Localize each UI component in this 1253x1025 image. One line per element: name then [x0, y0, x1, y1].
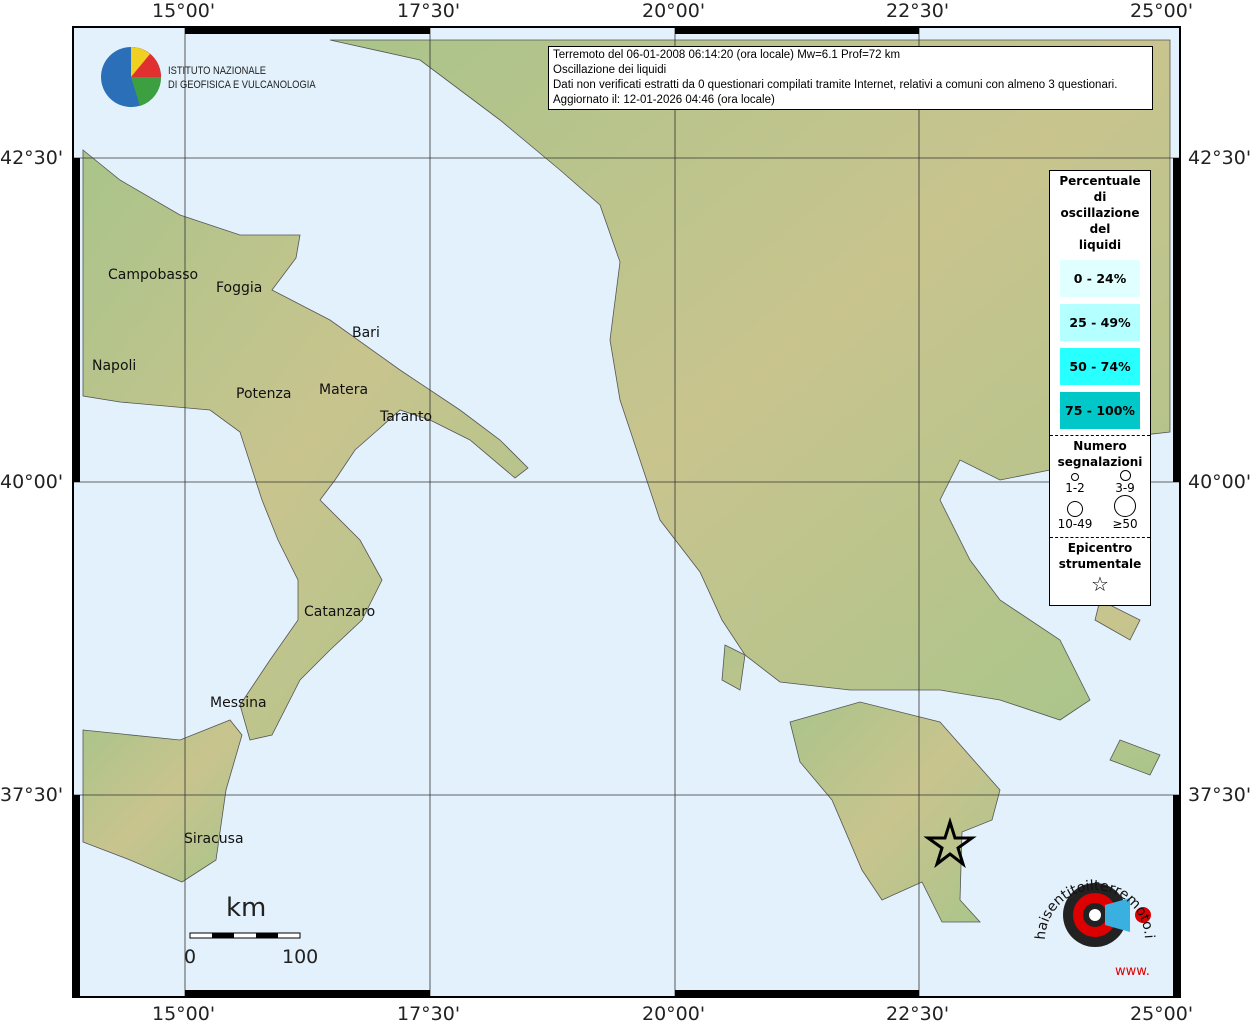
circle-small-icon [1071, 473, 1079, 481]
count-label: ≥50 [1112, 517, 1138, 531]
count-title-line: Numero [1073, 439, 1127, 453]
scale-bar [189, 932, 301, 939]
institute-line2: DI GEOFISICA E VULCANOLOGIA [168, 79, 316, 91]
lat-label: 40°00' [1188, 471, 1252, 493]
city-label: Catanzaro [304, 604, 376, 620]
count-label: 1-2 [1065, 481, 1085, 495]
legend-title-line: liquidi [1078, 238, 1122, 252]
lon-label: 22°30' [886, 1003, 950, 1025]
event-line: Terremoto del 06-01-2008 06:14:20 (ora l… [553, 49, 901, 61]
lon-label: 22°30' [886, 0, 950, 22]
lon-label: 17°30' [397, 1003, 461, 1025]
legend-class-2: 50 - 74% [1060, 348, 1140, 385]
legend-title-line: del [1089, 222, 1111, 236]
legend-class-0: 0 - 24% [1060, 260, 1140, 297]
institute-line1: ISTITUTO NAZIONALE [168, 65, 267, 77]
city-label: Messina [210, 695, 267, 711]
data-note-line: Dati non verificati estratti da 0 questi… [553, 79, 1118, 91]
lat-label: 37°30' [1188, 784, 1252, 806]
updated-line: Aggiornato il: 12-01-2026 04:46 (ora loc… [553, 94, 775, 106]
lat-label: 37°30' [0, 784, 64, 806]
legend-class-3: 75 - 100% [1060, 392, 1140, 429]
svg-text:haisentitoilterremoto.it: haisentitoilterremoto.it [1025, 845, 1157, 940]
circle-xlarge-icon [1114, 495, 1136, 517]
legend-class-1: 25 - 49% [1060, 304, 1140, 341]
legend-title-line: Percentuale [1059, 174, 1141, 188]
city-label: Bari [352, 325, 380, 341]
scale-unit: km [226, 893, 267, 923]
legend-title: Percentuale di oscillazione del liquidi [1050, 173, 1150, 253]
lon-label: 20°00' [642, 1003, 706, 1025]
info-box: Terremoto del 06-01-2008 06:14:20 (ora l… [548, 46, 1153, 110]
city-label: Campobasso [108, 267, 199, 283]
lon-label: 15°00' [152, 0, 216, 22]
count-label: 3-9 [1115, 481, 1135, 495]
haisentito-url: www. [1115, 964, 1150, 979]
lon-label: 25°00' [1130, 1003, 1194, 1025]
legend-title-line: di [1093, 190, 1107, 204]
city-label: Foggia [216, 280, 263, 296]
epicenter-title-line: strumentale [1058, 557, 1142, 571]
haisentito-label: haisentitoilterremoto.it [1025, 845, 1157, 940]
lon-label: 15°00' [152, 1003, 216, 1025]
circle-medium-icon [1119, 470, 1131, 481]
scale-max: 100 [282, 946, 319, 968]
lat-label: 42°30' [1188, 147, 1252, 169]
city-label: Napoli [92, 358, 137, 374]
map-type-line: Oscillazione dei liquidi [553, 64, 667, 76]
lat-label: 40°00' [0, 471, 64, 493]
lon-label: 17°30' [397, 0, 461, 22]
lon-label: 25°00' [1130, 0, 1194, 22]
legend: Percentuale di oscillazione del liquidi … [1049, 170, 1151, 606]
count-symbols: 1-2 3-9 10-49 ≥50 [1050, 470, 1150, 531]
count-title-line: segnalazioni [1057, 455, 1143, 469]
lon-label: 20°00' [642, 0, 706, 22]
epicenter-title: Epicentro strumentale [1050, 540, 1150, 572]
epicenter-title-line: Epicentro [1067, 541, 1133, 555]
lat-label: 42°30' [0, 147, 64, 169]
count-label: 10-49 [1057, 517, 1093, 531]
circle-large-icon [1067, 501, 1083, 517]
city-label: Siracusa [184, 831, 244, 847]
count-title: Numero segnalazioni [1050, 438, 1150, 470]
scale-min: 0 [184, 946, 197, 968]
city-label: Matera [319, 382, 369, 398]
legend-title-line: oscillazione [1060, 206, 1140, 220]
city-label: Potenza [236, 386, 292, 402]
ingv-logo-icon [101, 47, 162, 107]
institute-name: ISTITUTO NAZIONALE DI GEOFISICA E VULCAN… [168, 64, 316, 92]
star-icon: ☆ [1091, 572, 1109, 596]
city-label: Taranto [380, 409, 433, 425]
haisentito-text[interactable]: haisentitoilterremoto.it www. [1025, 845, 1165, 985]
